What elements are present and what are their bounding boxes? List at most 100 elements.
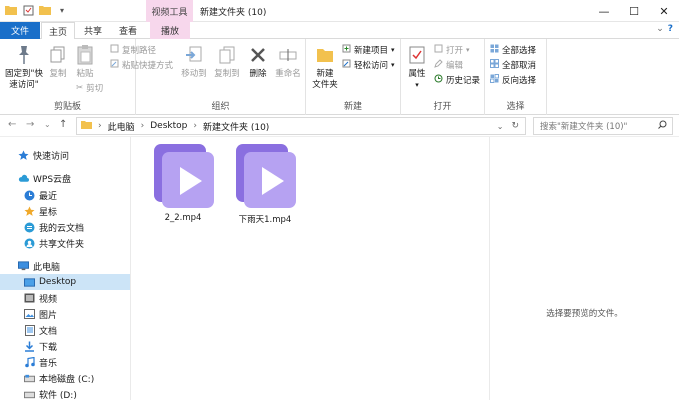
- nav-item-desktop[interactable]: Desktop: [0, 274, 130, 290]
- copy-to-icon: [216, 43, 238, 67]
- document-icon: [24, 324, 35, 336]
- address-bar-row: ← → ⌄ ↑ › 此电脑 › Desktop › 新建文件夹 (10) ⌄ ↻…: [0, 115, 679, 137]
- open-button[interactable]: 打开 ▾: [434, 44, 470, 56]
- ribbon-tabs: 文件 主页 共享 查看 播放 ⌄ ?: [0, 22, 679, 40]
- nav-item-my-cloud-docs[interactable]: 我的云文档: [0, 219, 130, 235]
- recent-locations-icon[interactable]: ⌄: [44, 120, 51, 129]
- nav-label: Desktop: [39, 277, 77, 287]
- easy-access-icon: [342, 59, 351, 71]
- rename-button[interactable]: 重命名: [274, 43, 302, 80]
- address-path[interactable]: › 此电脑 › Desktop › 新建文件夹 (10) ⌄ ↻: [76, 117, 526, 135]
- nav-label: 此电脑: [33, 262, 61, 273]
- nav-item-wps-cloud[interactable]: WPS云盘: [0, 170, 130, 186]
- help-icon[interactable]: ?: [668, 24, 673, 34]
- nav-item-pictures[interactable]: 图片: [0, 306, 130, 322]
- search-input[interactable]: 搜索"新建文件夹 (10)": [533, 117, 673, 135]
- close-button[interactable]: ✕: [649, 0, 679, 22]
- delete-button[interactable]: 删除: [246, 43, 270, 80]
- properties-button[interactable]: 属性 ▾: [405, 43, 429, 91]
- cloud-icon: [18, 173, 29, 184]
- computer-icon: [18, 261, 29, 272]
- search-icon[interactable]: [658, 120, 667, 132]
- new-group-label: 新建: [343, 102, 362, 112]
- nav-label: 共享文件夹: [39, 239, 85, 250]
- download-icon: [24, 341, 35, 352]
- history-button[interactable]: 历史记录: [434, 74, 480, 86]
- new-folder-icon: [314, 43, 336, 67]
- easy-access-button[interactable]: 轻松访问 ▾: [342, 59, 395, 71]
- tab-share[interactable]: 共享: [78, 22, 108, 39]
- nav-item-recent[interactable]: 最近: [0, 187, 130, 203]
- ribbon: 固定到"快 速访问" 复制 粘贴 复制路径 粘贴快捷方式 ✂ 剪切 剪贴板 移动…: [0, 39, 679, 115]
- nav-item-videos[interactable]: 视频: [0, 290, 130, 306]
- edit-label: 编辑: [446, 61, 464, 71]
- tab-view[interactable]: 查看: [112, 22, 144, 39]
- address-dropdown-icon[interactable]: ⌄: [497, 122, 504, 131]
- tab-file[interactable]: 文件: [0, 22, 40, 39]
- minimize-button[interactable]: —: [589, 0, 619, 22]
- file-item[interactable]: 下雨天1.mp4: [223, 142, 307, 225]
- file-item[interactable]: 2_2.mp4: [141, 142, 225, 223]
- breadcrumb-separator: ›: [193, 121, 197, 131]
- tab-play[interactable]: 播放: [150, 22, 190, 39]
- move-to-button[interactable]: 移动到: [180, 43, 208, 80]
- tab-home[interactable]: 主页: [41, 22, 75, 40]
- nav-item-quick-access[interactable]: 快速访问: [0, 147, 130, 163]
- pin-icon: [13, 43, 35, 67]
- qat-dropdown-icon[interactable]: ▾: [55, 3, 69, 17]
- nav-item-starred[interactable]: 星标: [0, 203, 130, 219]
- paste-button[interactable]: 粘贴: [73, 43, 97, 80]
- nav-item-downloads[interactable]: 下载: [0, 338, 130, 354]
- copy-label: 复制: [49, 69, 67, 79]
- maximize-button[interactable]: ☐: [619, 0, 649, 22]
- ribbon-right-controls: ⌄ ?: [656, 24, 673, 34]
- properties-qat-button[interactable]: [21, 3, 35, 17]
- copy-button[interactable]: 复制: [46, 43, 70, 80]
- new-item-label: 新建项目: [354, 46, 389, 56]
- nav-item-documents[interactable]: 文档: [0, 322, 130, 338]
- delete-x-icon: [247, 43, 269, 67]
- select-all-button[interactable]: 全部选择: [490, 44, 536, 56]
- forward-arrow-icon[interactable]: →: [26, 119, 34, 130]
- video-file-icon: [150, 142, 216, 210]
- paste-shortcut-icon: [110, 59, 119, 71]
- select-all-icon: [490, 44, 499, 56]
- up-arrow-icon[interactable]: ↑: [59, 119, 67, 130]
- breadcrumb-this-pc[interactable]: 此电脑: [108, 120, 135, 133]
- chevron-down-icon[interactable]: ⌄: [656, 24, 664, 34]
- nav-item-local-disk-c[interactable]: 本地磁盘 (C:): [0, 370, 130, 386]
- cut-button[interactable]: ✂ 剪切: [76, 82, 103, 94]
- breadcrumb-desktop[interactable]: Desktop: [150, 121, 187, 131]
- select-none-label: 全部取消: [502, 61, 537, 71]
- clipboard-group: 固定到"快 速访问" 复制 粘贴 复制路径 粘贴快捷方式 ✂ 剪切 剪贴板: [0, 39, 173, 115]
- new-folder-label: 新建 文件夹: [312, 69, 338, 90]
- copy-path-icon: [110, 44, 119, 56]
- invert-selection-button[interactable]: 反向选择: [490, 74, 536, 86]
- copy-to-button[interactable]: 复制到: [213, 43, 241, 80]
- new-group: 新建 文件夹 新建项目 ▾ 轻松访问 ▾ 新建: [306, 39, 401, 115]
- cut-label: 剪切: [86, 84, 104, 94]
- open-group-label: 打开: [433, 102, 452, 112]
- chevron-down-icon: ▾: [391, 46, 395, 54]
- nav-item-drive-d[interactable]: 软件 (D:): [0, 386, 130, 400]
- scissors-icon: ✂: [76, 83, 84, 93]
- pin-quick-access-button[interactable]: 固定到"快 速访问": [3, 43, 45, 91]
- new-item-button[interactable]: 新建项目 ▾: [342, 44, 395, 56]
- video-file-icon: [232, 142, 298, 210]
- refresh-icon[interactable]: ↻: [511, 121, 519, 131]
- new-folder-qat-button[interactable]: [38, 3, 52, 17]
- breadcrumb-current-folder[interactable]: 新建文件夹 (10): [203, 120, 269, 133]
- nav-label: 最近: [39, 191, 58, 202]
- nav-label: 文档: [39, 326, 58, 337]
- breadcrumb-separator: ›: [98, 121, 102, 131]
- edit-button[interactable]: 编辑: [434, 59, 463, 71]
- nav-item-shared-folder[interactable]: 共享文件夹: [0, 235, 130, 251]
- back-arrow-icon[interactable]: ←: [8, 119, 16, 130]
- nav-item-music[interactable]: 音乐: [0, 354, 130, 370]
- new-folder-button[interactable]: 新建 文件夹: [310, 43, 340, 91]
- quick-access-toolbar: ▾: [4, 3, 69, 17]
- open-label: 打开: [446, 46, 464, 56]
- clipboard-icon: [74, 43, 96, 67]
- select-none-button[interactable]: 全部取消: [490, 59, 536, 71]
- nav-item-this-pc[interactable]: 此电脑: [0, 258, 130, 274]
